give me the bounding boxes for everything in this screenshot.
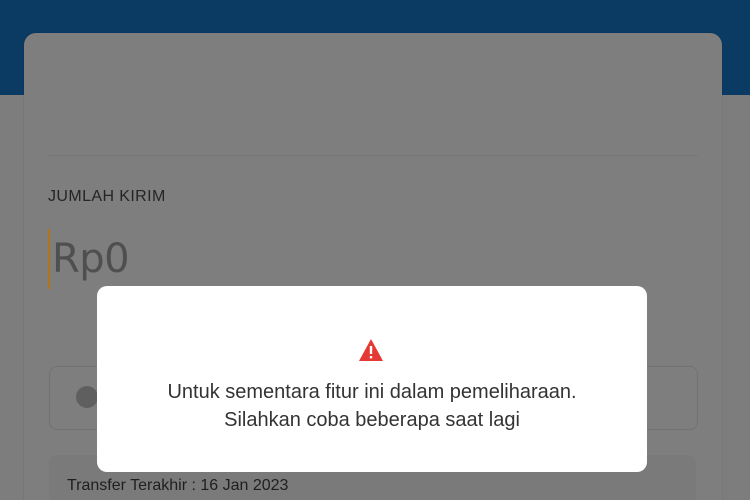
- warning-triangle-icon: [359, 339, 383, 361]
- amount-input[interactable]: Rp0: [48, 228, 130, 290]
- app-screen: JUMLAH KIRIM Rp0 Transfer Terakhir : 16 …: [0, 0, 750, 500]
- last-transfer-text: Transfer Terakhir : 16 Jan 2023: [67, 477, 289, 494]
- amount-label: JUMLAH KIRIM: [48, 188, 166, 205]
- amount-placeholder: Rp0: [52, 236, 130, 282]
- chat-bubble-icon: [76, 386, 98, 408]
- text-caret: [48, 229, 50, 289]
- maintenance-message-line-1: Untuk sementara fitur ini dalam pemeliha…: [167, 381, 577, 403]
- card-divider: [48, 155, 698, 156]
- maintenance-message-line-2: Silahkan coba beberapa saat lagi: [224, 409, 520, 431]
- maintenance-message: Untuk sementara fitur ini dalam pemeliha…: [97, 378, 647, 434]
- maintenance-dialog: Untuk sementara fitur ini dalam pemeliha…: [97, 286, 647, 472]
